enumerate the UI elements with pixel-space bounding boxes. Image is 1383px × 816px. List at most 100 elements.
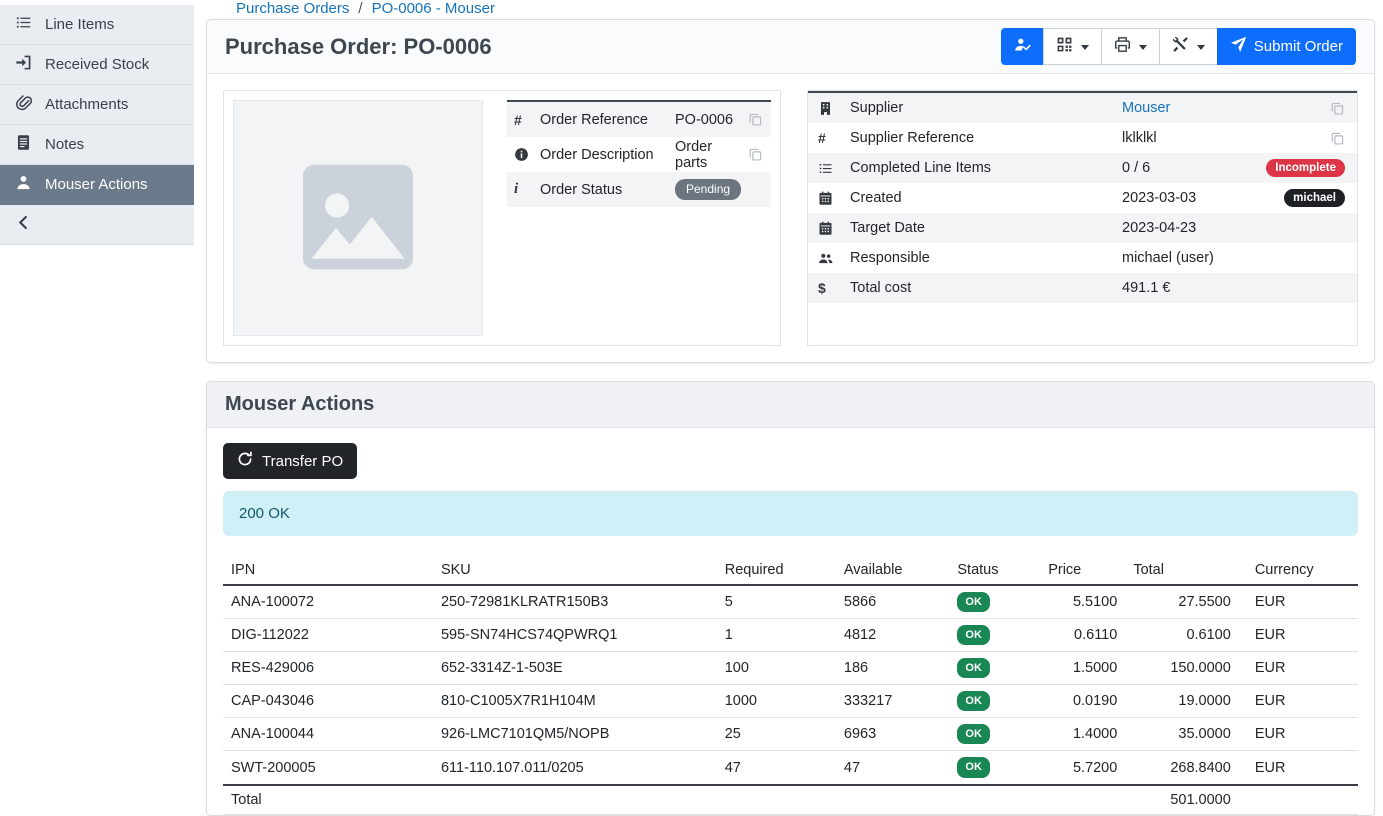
order-details: # Order Reference PO-0006 Order Descript…	[207, 74, 1374, 362]
assign-user-button[interactable]	[1001, 28, 1044, 65]
detail-row-order-status: i Order Status Pending	[507, 172, 771, 207]
column-header-total: Total	[1125, 556, 1239, 585]
cell-ipn: ANA-100072	[223, 585, 433, 619]
detail-row-responsible: Responsible michael (user)	[808, 243, 1357, 273]
table-row: CAP-043046 810-C1005X7R1H104M 1000 33321…	[223, 685, 1358, 718]
cell-ipn: CAP-043046	[223, 685, 433, 718]
cell-sku: 250-72981KLRATR150B3	[433, 585, 717, 619]
cell-currency: EUR	[1239, 619, 1358, 652]
cell-sku: 611-110.107.011/0205	[433, 751, 717, 785]
detail-label: Target Date	[850, 220, 1122, 236]
copy-icon[interactable]	[1330, 131, 1345, 146]
sidebar-item-line-items[interactable]: Line Items	[0, 5, 194, 45]
column-header-ipn: IPN	[223, 556, 433, 585]
calendar-icon	[818, 221, 850, 236]
detail-label: Responsible	[850, 250, 1122, 266]
order-description-value: Order parts	[675, 139, 740, 171]
cell-ipn: DIG-112022	[223, 619, 433, 652]
cell-total: 35.0000	[1125, 718, 1239, 751]
cell-currency: EUR	[1239, 751, 1358, 785]
copy-icon[interactable]	[748, 147, 763, 162]
column-header-price: Price	[1040, 556, 1125, 585]
supplier-link[interactable]: Mouser	[1122, 100, 1170, 116]
header-actions: Submit Order	[1001, 28, 1356, 65]
cell-total: 268.8400	[1125, 751, 1239, 785]
created-by-badge: michael	[1284, 189, 1345, 208]
cell-sku: 652-3314Z-1-503E	[433, 652, 717, 685]
copy-icon[interactable]	[748, 112, 763, 127]
detail-label: Order Reference	[540, 112, 675, 128]
sidebar-item-attachments[interactable]: Attachments	[0, 85, 194, 125]
order-detail-table: # Order Reference PO-0006 Order Descript…	[507, 100, 771, 207]
qr-code-icon	[1056, 36, 1073, 57]
cell-total: 0.6100	[1125, 619, 1239, 652]
column-header-required: Required	[717, 556, 836, 585]
sidebar: Line Items Received Stock Attachments No…	[0, 0, 194, 794]
detail-row-order-reference: # Order Reference PO-0006	[507, 102, 771, 137]
sidebar-item-received-stock[interactable]: Received Stock	[0, 45, 194, 85]
cell-available: 4812	[836, 619, 950, 652]
sidebar-item-mouser-actions[interactable]: Mouser Actions	[0, 165, 194, 205]
tools-icon	[1172, 36, 1189, 57]
cell-price: 5.5100	[1040, 585, 1125, 619]
info-italic-icon: i	[514, 181, 540, 198]
barcode-menu-button[interactable]	[1043, 28, 1102, 65]
purchase-order-card: Purchase Order: PO-0006	[206, 19, 1375, 363]
target-date-value: 2023-04-23	[1122, 220, 1196, 236]
transfer-po-button[interactable]: Transfer PO	[223, 443, 357, 479]
chevron-left-icon	[15, 214, 32, 235]
table-row: ANA-100072 250-72981KLRATR150B3 5 5866 O…	[223, 585, 1358, 619]
part-image-placeholder[interactable]	[233, 100, 483, 336]
breadcrumb-link-purchase-orders[interactable]: Purchase Orders	[236, 0, 349, 17]
mouser-actions-body: Transfer PO 200 OK IPN SKU Required	[207, 428, 1374, 815]
detail-label: Total cost	[850, 280, 1122, 296]
copy-icon[interactable]	[1330, 101, 1345, 116]
cell-currency: EUR	[1239, 685, 1358, 718]
cell-required: 100	[717, 652, 836, 685]
print-menu-button[interactable]	[1101, 28, 1160, 65]
sidebar-item-notes[interactable]: Notes	[0, 125, 194, 165]
user-icon	[15, 174, 32, 195]
cell-status: OK	[949, 585, 1040, 619]
submit-order-button[interactable]: Submit Order	[1217, 28, 1356, 65]
cell-sku: 595-SN74HCS74QPWRQ1	[433, 619, 717, 652]
cell-currency: EUR	[1239, 718, 1358, 751]
cell-available: 333217	[836, 685, 950, 718]
cell-ipn: SWT-200005	[223, 751, 433, 785]
order-actions-menu-button[interactable]	[1159, 28, 1218, 65]
detail-row-total-cost: $ Total cost 491.1 €	[808, 273, 1357, 303]
status-ok-badge: OK	[957, 724, 990, 744]
breadcrumb-link-current-order[interactable]: PO-0006 - Mouser	[372, 0, 495, 17]
cell-total: 19.0000	[1125, 685, 1239, 718]
purchase-order-card-header: Purchase Order: PO-0006	[207, 20, 1374, 74]
info-circle-icon	[514, 147, 540, 162]
cell-available: 5866	[836, 585, 950, 619]
user-check-icon	[1014, 36, 1031, 57]
cell-status: OK	[949, 652, 1040, 685]
detail-row-completed-line-items: Completed Line Items 0 / 6 Incomplete	[808, 153, 1357, 183]
detail-label: Order Status	[540, 182, 675, 198]
column-header-currency: Currency	[1239, 556, 1358, 585]
cell-required: 1	[717, 619, 836, 652]
detail-label: Supplier	[850, 100, 1122, 116]
completed-line-items-value: 0 / 6	[1122, 160, 1150, 176]
status-alert-text: 200 OK	[239, 505, 290, 522]
table-header-row: IPN SKU Required Available Status Price …	[223, 556, 1358, 585]
table-total-row: Total 501.0000	[223, 785, 1358, 815]
responsible-value: michael (user)	[1122, 250, 1214, 266]
list-icon	[15, 14, 32, 35]
detail-row-target-date: Target Date 2023-04-23	[808, 213, 1357, 243]
cell-total: 27.5500	[1125, 585, 1239, 619]
status-ok-badge: OK	[957, 691, 990, 711]
table-row: ANA-100044 926-LMC7101QM5/NOPB 25 6963 O…	[223, 718, 1358, 751]
sidebar-collapse-button[interactable]	[0, 205, 194, 245]
column-header-sku: SKU	[433, 556, 717, 585]
cell-status: OK	[949, 685, 1040, 718]
status-ok-badge: OK	[957, 625, 990, 645]
detail-label: Completed Line Items	[850, 160, 1122, 176]
printer-icon	[1114, 36, 1131, 57]
mouser-actions-card-header: Mouser Actions	[207, 382, 1374, 428]
detail-row-order-description: Order Description Order parts	[507, 137, 771, 172]
line-items-table: IPN SKU Required Available Status Price …	[223, 556, 1358, 815]
calendar-icon	[818, 191, 850, 206]
